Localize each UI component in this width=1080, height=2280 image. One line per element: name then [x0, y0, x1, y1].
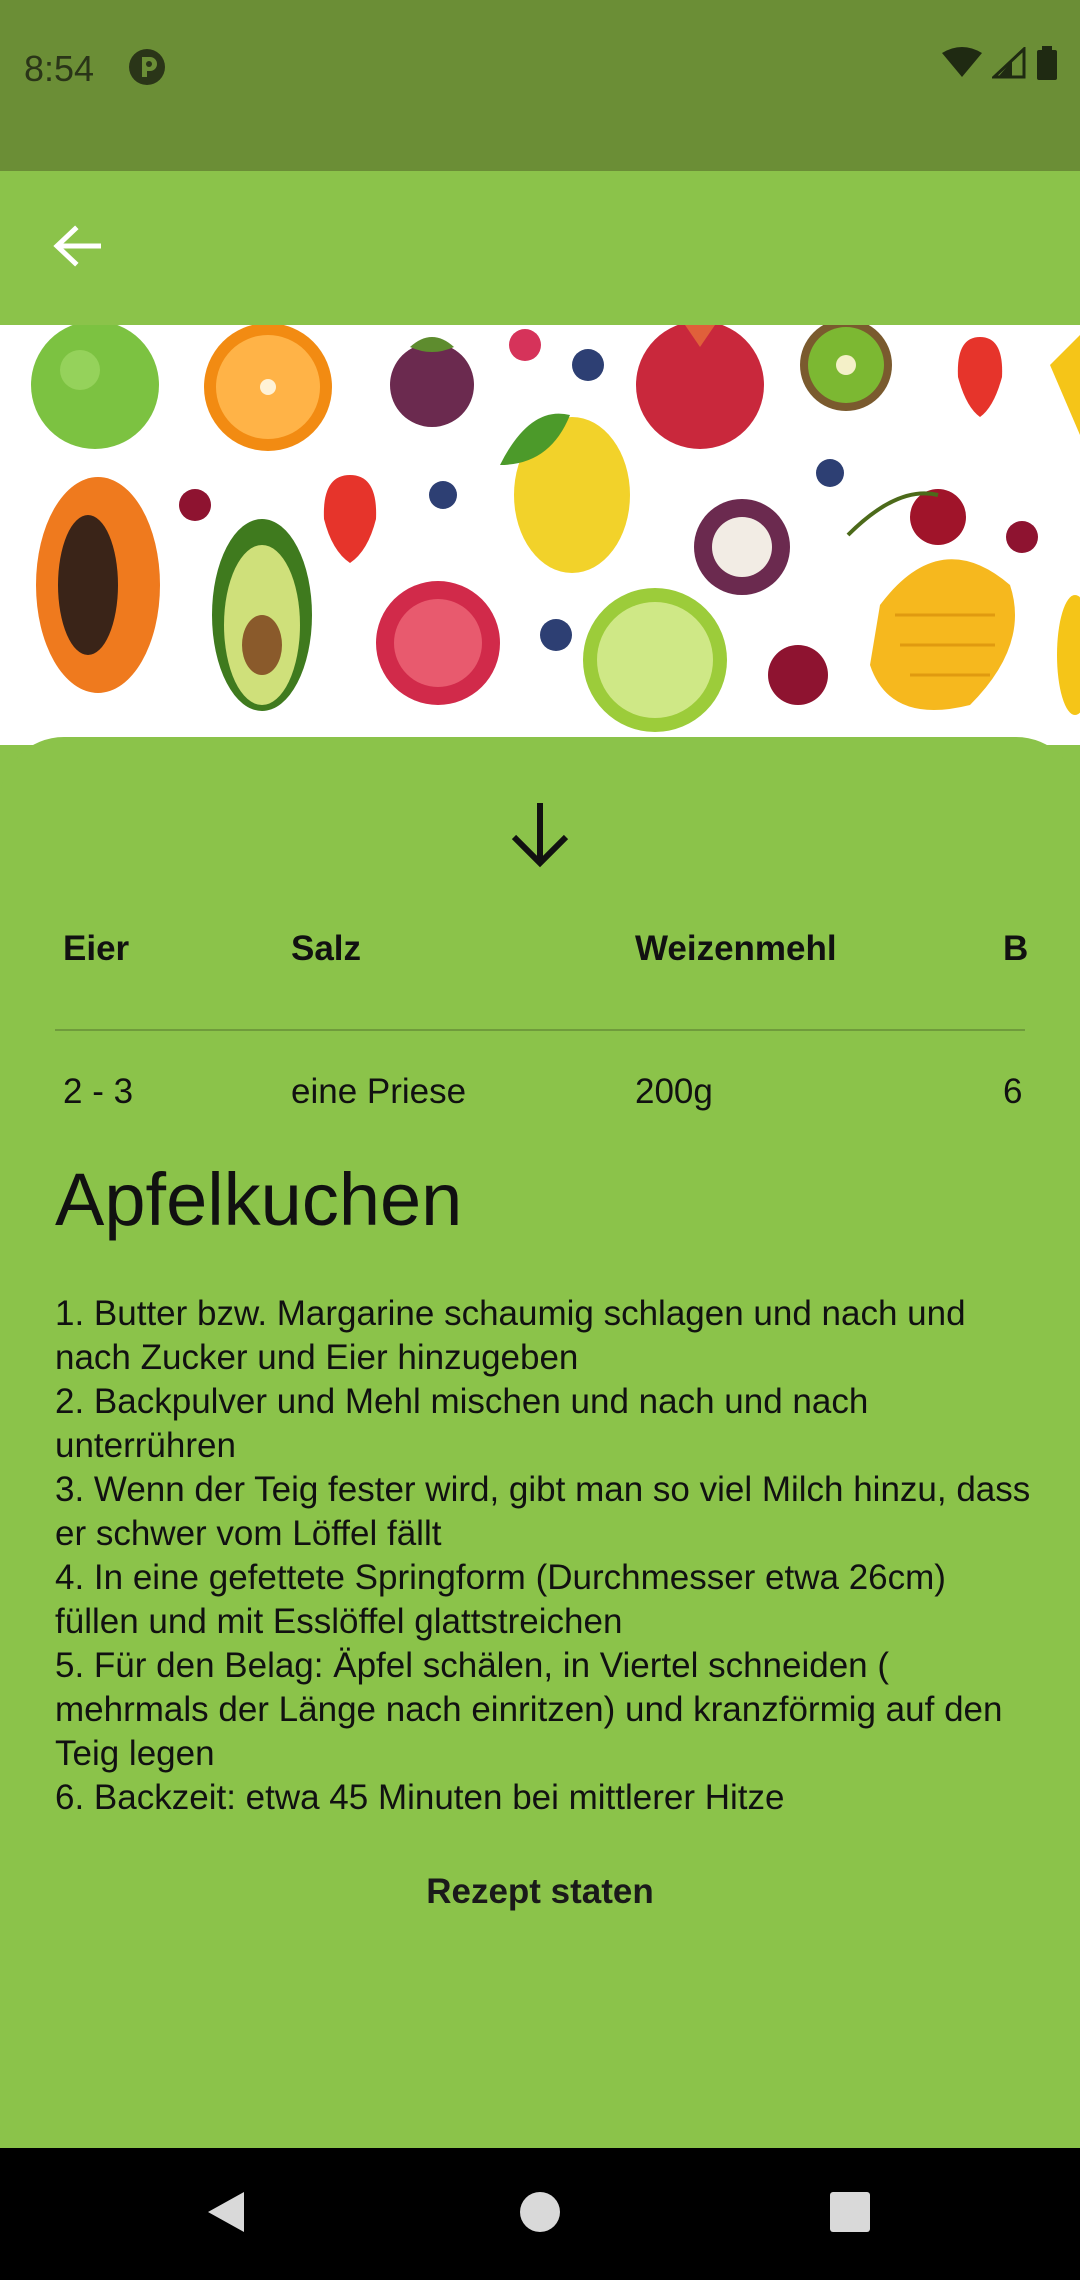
recipe-title: Apfelkuchen	[55, 1158, 463, 1241]
start-recipe-button[interactable]: Rezept staten	[380, 1857, 700, 1927]
table-divider	[55, 1029, 1025, 1031]
collapse-button[interactable]	[508, 799, 572, 869]
ingredient-header: Eier	[63, 929, 130, 968]
signal-icon	[990, 45, 1026, 84]
recipe-screen: 8:54 Eier Salz Weizenmehl B 2 - 3 eine P…	[0, 0, 1080, 2280]
ingredient-header: Weizenmehl	[635, 929, 837, 968]
back-button[interactable]	[40, 211, 114, 285]
ingredient-amount: eine Priese	[291, 1072, 467, 1111]
arrow-left-icon	[53, 224, 102, 272]
battery-icon	[1036, 46, 1058, 85]
status-bar: 8:54	[0, 0, 1080, 171]
ingredient-amount: 6	[1003, 1072, 1023, 1111]
ingredient-amount: 200g	[635, 1072, 713, 1111]
ingredient-header: Salz	[291, 929, 362, 968]
ingredient-amount: 2 - 3	[63, 1072, 134, 1111]
arrow-down-icon	[508, 803, 572, 873]
system-nav-bar	[0, 2148, 1080, 2280]
nav-home-button[interactable]	[510, 2184, 570, 2244]
home-circle-icon	[518, 2190, 562, 2239]
back-triangle-icon	[204, 2188, 248, 2241]
nav-recents-button[interactable]	[820, 2184, 880, 2244]
wifi-icon	[942, 47, 982, 84]
recipe-steps: 1. Butter bzw. Margarine schaumig schlag…	[55, 1294, 1031, 1817]
status-icons	[942, 45, 1058, 85]
recipe-sheet: Eier Salz Weizenmehl B 2 - 3 eine Priese…	[0, 737, 1080, 2148]
status-time: 8:54	[24, 48, 95, 89]
fruit-assortment-image	[0, 325, 1080, 745]
app-bar	[0, 171, 1080, 325]
nav-back-button[interactable]	[196, 2184, 256, 2244]
recipe-header-image	[0, 325, 1080, 745]
app-notification-icon	[128, 48, 166, 86]
ingredient-header: B	[1003, 929, 1029, 968]
recents-square-icon	[828, 2190, 872, 2239]
